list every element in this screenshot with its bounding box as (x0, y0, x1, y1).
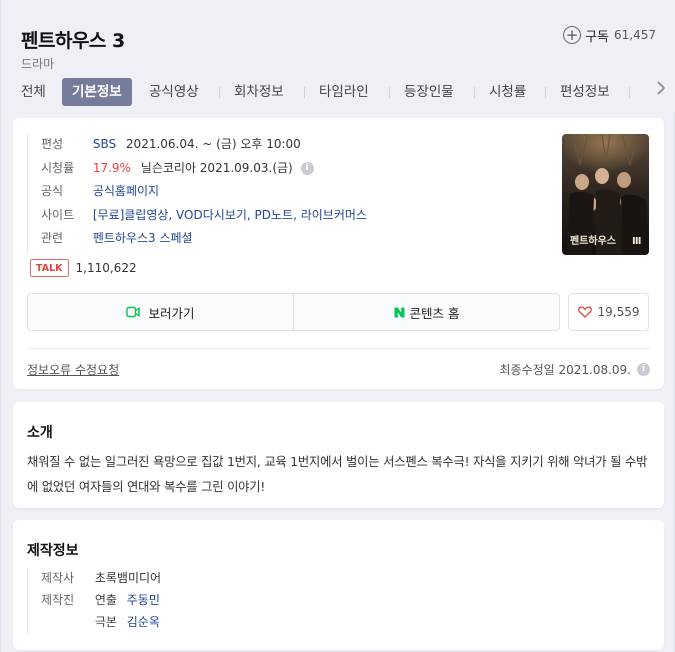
updated-info: 최종수정일 2021.08.09. i (499, 361, 650, 378)
director-label: 연출 (94, 593, 117, 607)
genre-label: 드라마 (21, 57, 55, 71)
tab-all[interactable]: 전체 (21, 78, 46, 106)
official-homepage-link[interactable]: 공식홈페이지 (93, 184, 159, 198)
updated-date: 최종수정일 2021.08.09. (499, 363, 631, 377)
broadcast-row: 편성 SBS 2021.06.04. ~ (금) 오후 10:00 (41, 134, 367, 158)
company-label: 제작사 (41, 571, 75, 585)
info-list: 편성 SBS 2021.06.04. ~ (금) 오후 10:00 시청률 17… (27, 134, 367, 252)
subscribe-button[interactable]: + 구독 61,457 (563, 24, 656, 46)
tab-divider (545, 87, 546, 98)
chevron-right-icon[interactable] (656, 80, 666, 100)
related-link[interactable]: 펜트하우스3 스페셜 (93, 231, 193, 245)
page-title: 펜트하우스 3 (21, 30, 125, 52)
info-icon[interactable]: i (637, 363, 650, 376)
tab-characters[interactable]: 등장인물 (404, 78, 454, 106)
rating-value: 17.9% (92, 160, 131, 175)
tab-schedule[interactable]: 편성정보 (560, 78, 610, 106)
watch-button[interactable]: 보러가기 (28, 294, 293, 330)
naver-n-icon (394, 307, 405, 318)
tab-official-video[interactable]: 공식영상 (149, 78, 199, 106)
watch-label: 보러가기 (148, 305, 195, 321)
basic-info-card: 편성 SBS 2021.06.04. ~ (금) 오후 10:00 시청률 17… (13, 118, 664, 389)
plus-icon: + (563, 26, 582, 44)
site-row: 사이트 [무료]클립영상, VOD다시보기, PD노트, 라이브커머스 (41, 205, 367, 229)
talk-row[interactable]: TALK 1,110,622 (30, 259, 137, 277)
like-button[interactable]: 19,559 (568, 293, 649, 331)
heart-icon (577, 306, 592, 318)
intro-card: 소개 채워질 수 없는 일그러진 욕망으로 집값 1번지, 교육 1번지에서 벌… (13, 402, 664, 508)
site-links[interactable]: [무료]클립영상, VOD다시보기, PD노트, 라이브커머스 (93, 208, 367, 222)
tab-divider (474, 87, 475, 98)
official-row: 공식 공식홈페이지 (41, 181, 367, 205)
subscribe-label: 구독 (585, 29, 609, 45)
content-home-label: 콘텐츠 홈 (409, 305, 460, 321)
production-title: 제작정보 (27, 543, 79, 559)
subscribe-count: 61,457 (614, 28, 656, 42)
talk-count: 1,110,622 (75, 261, 137, 275)
info-icon[interactable]: i (300, 161, 314, 175)
production-card: 제작정보 제작사 초록뱀미디어 제작진 연출 주동민 극본 김순옥 (13, 520, 664, 650)
writer-label: 극본 (94, 615, 117, 629)
tab-divider (304, 87, 305, 98)
tab-divider (219, 87, 220, 98)
rating-source: 닐슨코리아 2021.09.03.(금) (140, 160, 293, 175)
tab-divider (389, 87, 390, 98)
channel-link[interactable]: SBS (93, 137, 116, 151)
company-name: 초록뱀미디어 (94, 571, 162, 585)
talk-badge: TALK (30, 259, 69, 277)
rating-row: 시청률 17.9% 닐슨코리아 2021.09.03.(금) i (41, 158, 367, 182)
company-row: 제작사 초록뱀미디어 (41, 568, 161, 590)
related-row: 관련 펜트하우스3 스페셜 (41, 228, 367, 252)
staff-label: 제작진 (41, 593, 75, 607)
video-icon (126, 306, 141, 318)
svg-text:펜트하우스: 펜트하우스 (570, 234, 616, 247)
tab-timeline[interactable]: 타임라인 (319, 78, 369, 106)
svg-text:Ⅲ: Ⅲ (632, 236, 641, 247)
credits-list: 제작사 초록뱀미디어 제작진 연출 주동민 극본 김순옥 (27, 568, 161, 634)
tab-basic-info[interactable]: 기본정보 (62, 78, 132, 106)
schedule-text: 2021.06.04. ~ (금) 오후 10:00 (125, 137, 301, 151)
page-frame: 펜트하우스 3 드라마 + 구독 61,457 전체 기본정보 공식영상 회차정… (0, 0, 675, 652)
poster-image[interactable]: 펜트하우스 Ⅲ (562, 134, 649, 255)
official-label: 공식 (41, 184, 64, 198)
broadcast-label: 편성 (41, 137, 64, 151)
director-row: 제작진 연출 주동민 (41, 590, 161, 612)
rating-label: 시청률 (41, 160, 75, 175)
site-label: 사이트 (41, 207, 75, 222)
tab-episodes[interactable]: 회차정보 (234, 78, 284, 106)
header-area: 펜트하우스 3 드라마 + 구독 61,457 전체 기본정보 공식영상 회차정… (1, 0, 675, 112)
intro-title: 소개 (27, 425, 53, 441)
action-buttons: 보러가기 콘텐츠 홈 (27, 293, 560, 331)
tab-divider (629, 87, 630, 98)
report-error-link[interactable]: 정보오류 수정요청 (27, 361, 119, 378)
writer-row: 극본 김순옥 (41, 612, 161, 634)
director-link[interactable]: 주동민 (127, 593, 160, 607)
tab-bar: 전체 기본정보 공식영상 회차정보 타임라인 등장인물 시청률 편성정보 (1, 78, 675, 108)
writer-link[interactable]: 김순옥 (127, 615, 160, 629)
divider (27, 348, 650, 349)
intro-text: 채워질 수 없는 일그러진 욕망으로 집값 1번지, 교육 1번지에서 벌이는 … (27, 455, 648, 494)
related-label: 관련 (41, 231, 64, 245)
content-home-button[interactable]: 콘텐츠 홈 (293, 294, 559, 330)
like-count: 19,559 (597, 305, 640, 319)
tab-ratings[interactable]: 시청률 (489, 78, 526, 106)
